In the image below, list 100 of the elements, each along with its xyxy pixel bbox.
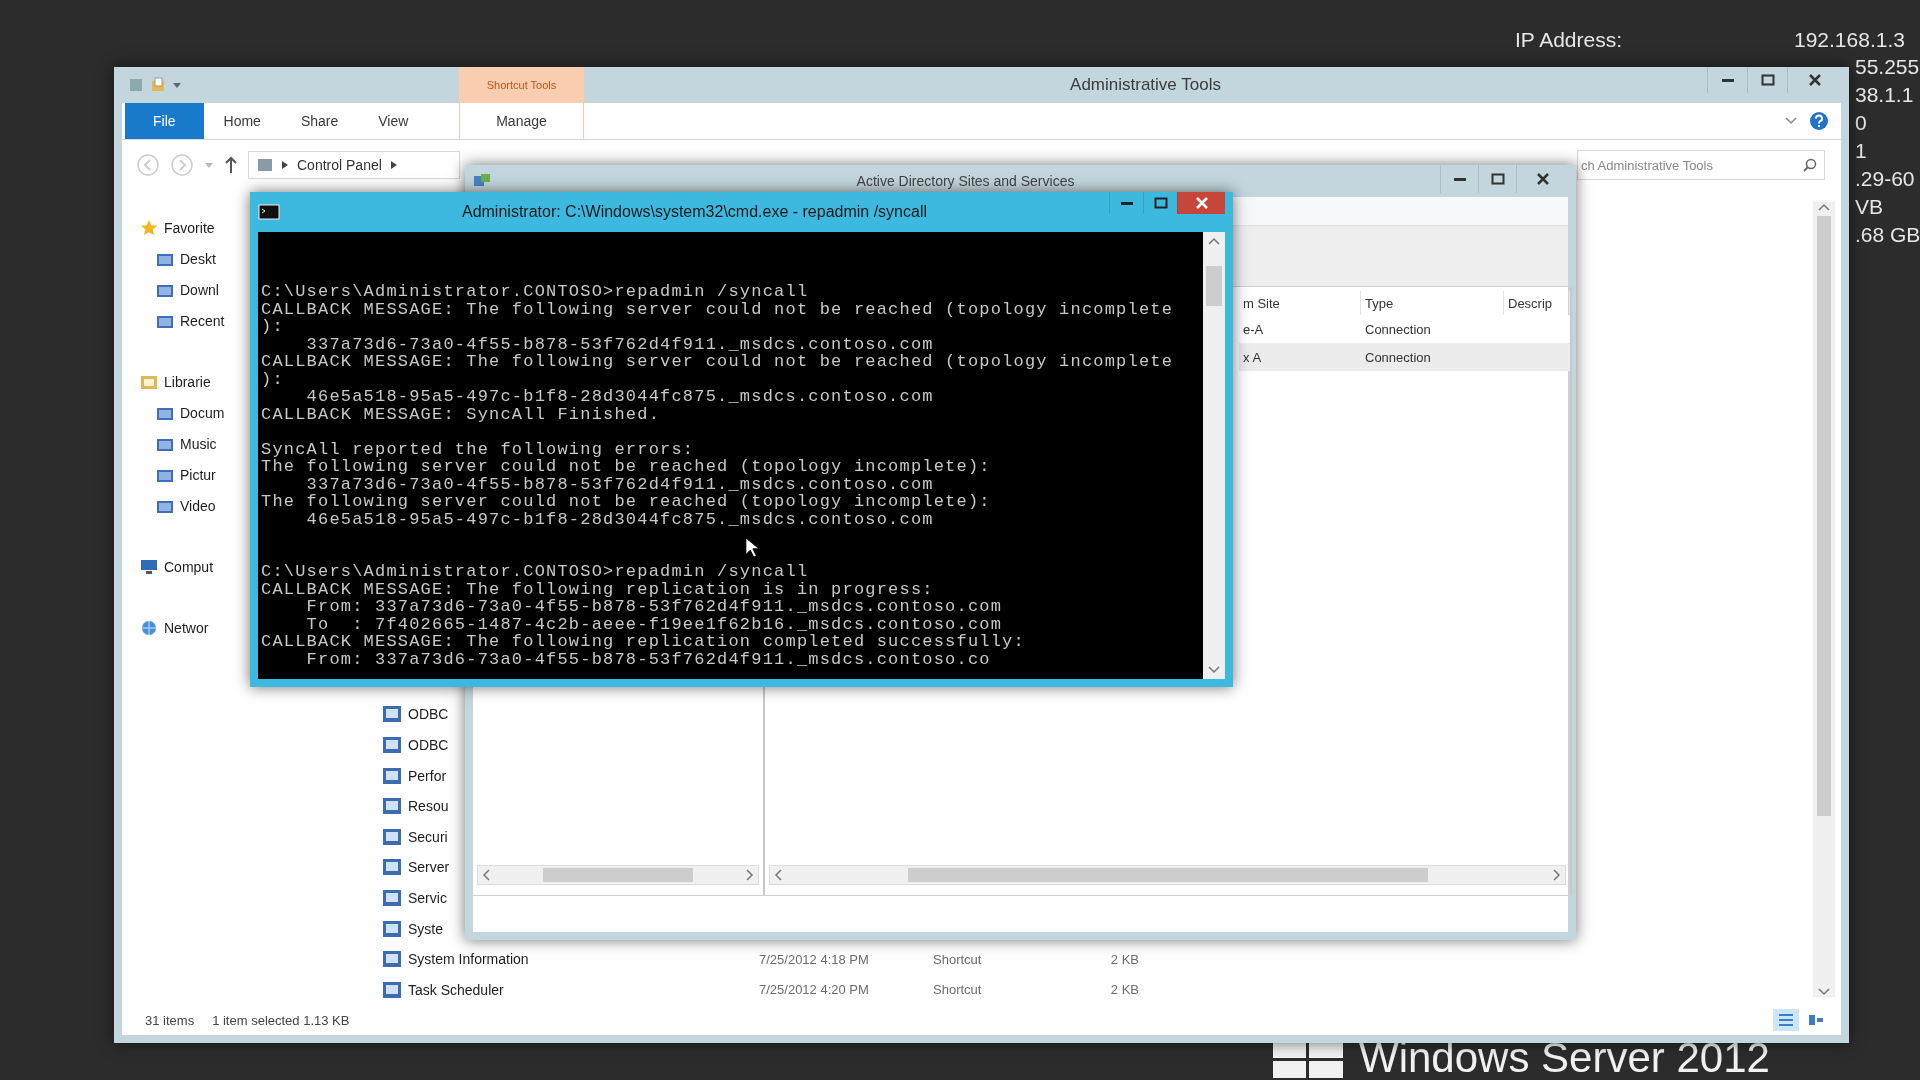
file-type: Shortcut [933, 982, 983, 998]
file-date: 7/25/2012 4:20 PM [759, 982, 870, 998]
nav-item[interactable]: Librarie [164, 373, 211, 390]
console-line: CALLBACK MESSAGE: The following server could not be reached (topology incomplete [261, 300, 1174, 318]
console-line: CALLBACK MESSAGE: SyncAll Finished. [261, 405, 661, 423]
list-cell-text: Connection [1364, 321, 1432, 337]
scroll-left-icon[interactable] [482, 869, 490, 881]
program-icon [382, 887, 402, 908]
nav-item[interactable]: Recent [180, 312, 225, 329]
console-line: ): [261, 318, 284, 336]
window-title: Administrator: C:\Windows\system32\cmd.exe - repadmin /syncall [460, 203, 928, 221]
close-icon [1807, 73, 1822, 87]
new-folder-icon[interactable] [150, 77, 166, 93]
breadcrumb-arrow-icon [281, 160, 289, 170]
nav-item[interactable]: Favorite [164, 219, 215, 236]
maximize-icon [1490, 172, 1505, 186]
scrollbar-thumb[interactable] [907, 868, 1428, 882]
program-icon [382, 704, 402, 725]
scroll-right-icon[interactable] [1553, 869, 1561, 881]
tiles-view-icon [1808, 1013, 1824, 1027]
ribbon-tab[interactable]: File [125, 103, 204, 139]
nav-item[interactable]: Networ [164, 619, 209, 636]
mouse-pointer-icon [745, 537, 759, 558]
search-icon [1803, 158, 1817, 172]
ip-address-value: 192.168.1.3 [1794, 28, 1905, 52]
file-name[interactable]: Securi [408, 828, 448, 845]
scroll-up-icon[interactable] [1818, 202, 1830, 212]
list-row[interactable]: x A Connection [1239, 343, 1570, 371]
vertical-scrollbar[interactable] [1813, 202, 1835, 997]
scroll-down-icon[interactable] [1208, 665, 1220, 675]
minimize-icon [1721, 78, 1734, 82]
breadcrumb-item[interactable]: Control Panel [297, 157, 382, 173]
network-icon [140, 619, 158, 636]
close-button[interactable] [1177, 192, 1225, 214]
system-info-value: VB [1855, 195, 1884, 220]
console-line: ): [261, 370, 284, 388]
ribbon-tab[interactable]: Manage [459, 103, 584, 139]
program-icon [382, 826, 402, 847]
console-line: 46e5a518-95a5-497c-b1f8-28d3044fc875._msdcs.contoso.com [305, 388, 934, 406]
nav-item[interactable]: Music [180, 435, 217, 452]
maximize-icon [1153, 196, 1168, 210]
ip-address-label: IP Address: [1515, 28, 1622, 52]
file-name[interactable]: ODBC [408, 706, 449, 723]
scrollbar-thumb[interactable] [543, 868, 693, 882]
star-icon [140, 218, 158, 237]
file-name[interactable]: System Information [408, 951, 529, 968]
nav-item[interactable]: Pictur [180, 466, 216, 483]
selection-info: 1 item selected 1.13 KB [212, 1012, 350, 1028]
search-field[interactable]: ch Administrative Tools [1577, 150, 1825, 180]
console-line: From: 337a73d6-73a0-4f55-b878-53f762d4f911._msdcs.contoso.co [305, 650, 991, 668]
details-view-button[interactable] [1773, 1009, 1799, 1031]
breadcrumb-arrow-icon [389, 160, 398, 170]
console-line: 337a73d6-73a0-4f55-b878-53f762d4f911._msdcs.contoso.com [305, 475, 934, 493]
vertical-scrollbar[interactable] [1203, 232, 1225, 679]
close-icon [1194, 196, 1209, 210]
file-name[interactable]: Task Scheduler [408, 981, 504, 998]
close-icon [1535, 172, 1550, 186]
scroll-right-icon[interactable] [746, 869, 754, 881]
nav-item[interactable]: Comput [164, 558, 214, 575]
program-icon [382, 979, 402, 1000]
window-title: Active Directory Sites and Services [855, 173, 1076, 189]
file-name[interactable]: ODBC [408, 736, 449, 753]
system-info-value: .29-60 [1855, 167, 1916, 192]
file-name[interactable]: Server [408, 859, 450, 876]
nav-item[interactable]: Docum [180, 404, 225, 421]
console-line: CALLBACK MESSAGE: The following replication completed successfully: [261, 633, 1025, 651]
console-line: C:\Users\Administrator.CONTOSO>repadmin /syncall [261, 283, 809, 301]
nav-item[interactable]: Downl [180, 281, 219, 298]
file-name[interactable]: Syste [408, 920, 443, 937]
help-icon[interactable] [1809, 111, 1829, 131]
scroll-left-icon[interactable] [774, 869, 782, 881]
up-arrow-icon[interactable] [224, 156, 238, 174]
minimize-icon [1120, 201, 1133, 205]
console-line: SyncAll reported the following errors: [261, 440, 695, 458]
nav-item[interactable]: Deskt [180, 250, 216, 267]
scrollbar-thumb[interactable] [1206, 265, 1222, 306]
system-info-value: 0 [1855, 111, 1868, 136]
file-name[interactable]: Resou [408, 798, 449, 815]
scroll-down-icon[interactable] [1818, 987, 1830, 997]
console-line: CALLBACK MESSAGE: The following server could not be reached (topology incomplete [261, 353, 1174, 371]
nav-item[interactable]: Video [180, 497, 216, 514]
horizontal-scrollbar[interactable] [477, 865, 759, 885]
horizontal-scrollbar[interactable] [769, 865, 1566, 885]
console-icon [258, 204, 280, 220]
console-line: From: 337a73d6-73a0-4f55-b878-53f762d4f911._msdcs.contoso.com [305, 598, 1003, 616]
console-line: 337a73d6-73a0-4f55-b878-53f762d4f911._msdcs.contoso.com [305, 335, 934, 353]
maximize-icon [1760, 73, 1775, 87]
scroll-up-icon[interactable] [1208, 236, 1220, 246]
address-bar[interactable]: Control Panel [248, 151, 460, 179]
program-icon [382, 734, 402, 755]
file-name[interactable]: Servic [408, 889, 447, 906]
file-name[interactable]: Perfor [408, 767, 447, 784]
file-type: Shortcut [933, 951, 983, 967]
chevron-down-icon[interactable] [1785, 116, 1797, 126]
scrollbar-thumb[interactable] [1817, 216, 1831, 816]
program-icon [382, 796, 402, 817]
os-brand-text: Windows Server 2012 [1359, 1036, 1770, 1080]
item-count: 31 items [145, 1012, 195, 1028]
dropdown-caret-icon[interactable] [172, 80, 182, 90]
contextual-tab-label: Shortcut Tools [459, 67, 584, 103]
